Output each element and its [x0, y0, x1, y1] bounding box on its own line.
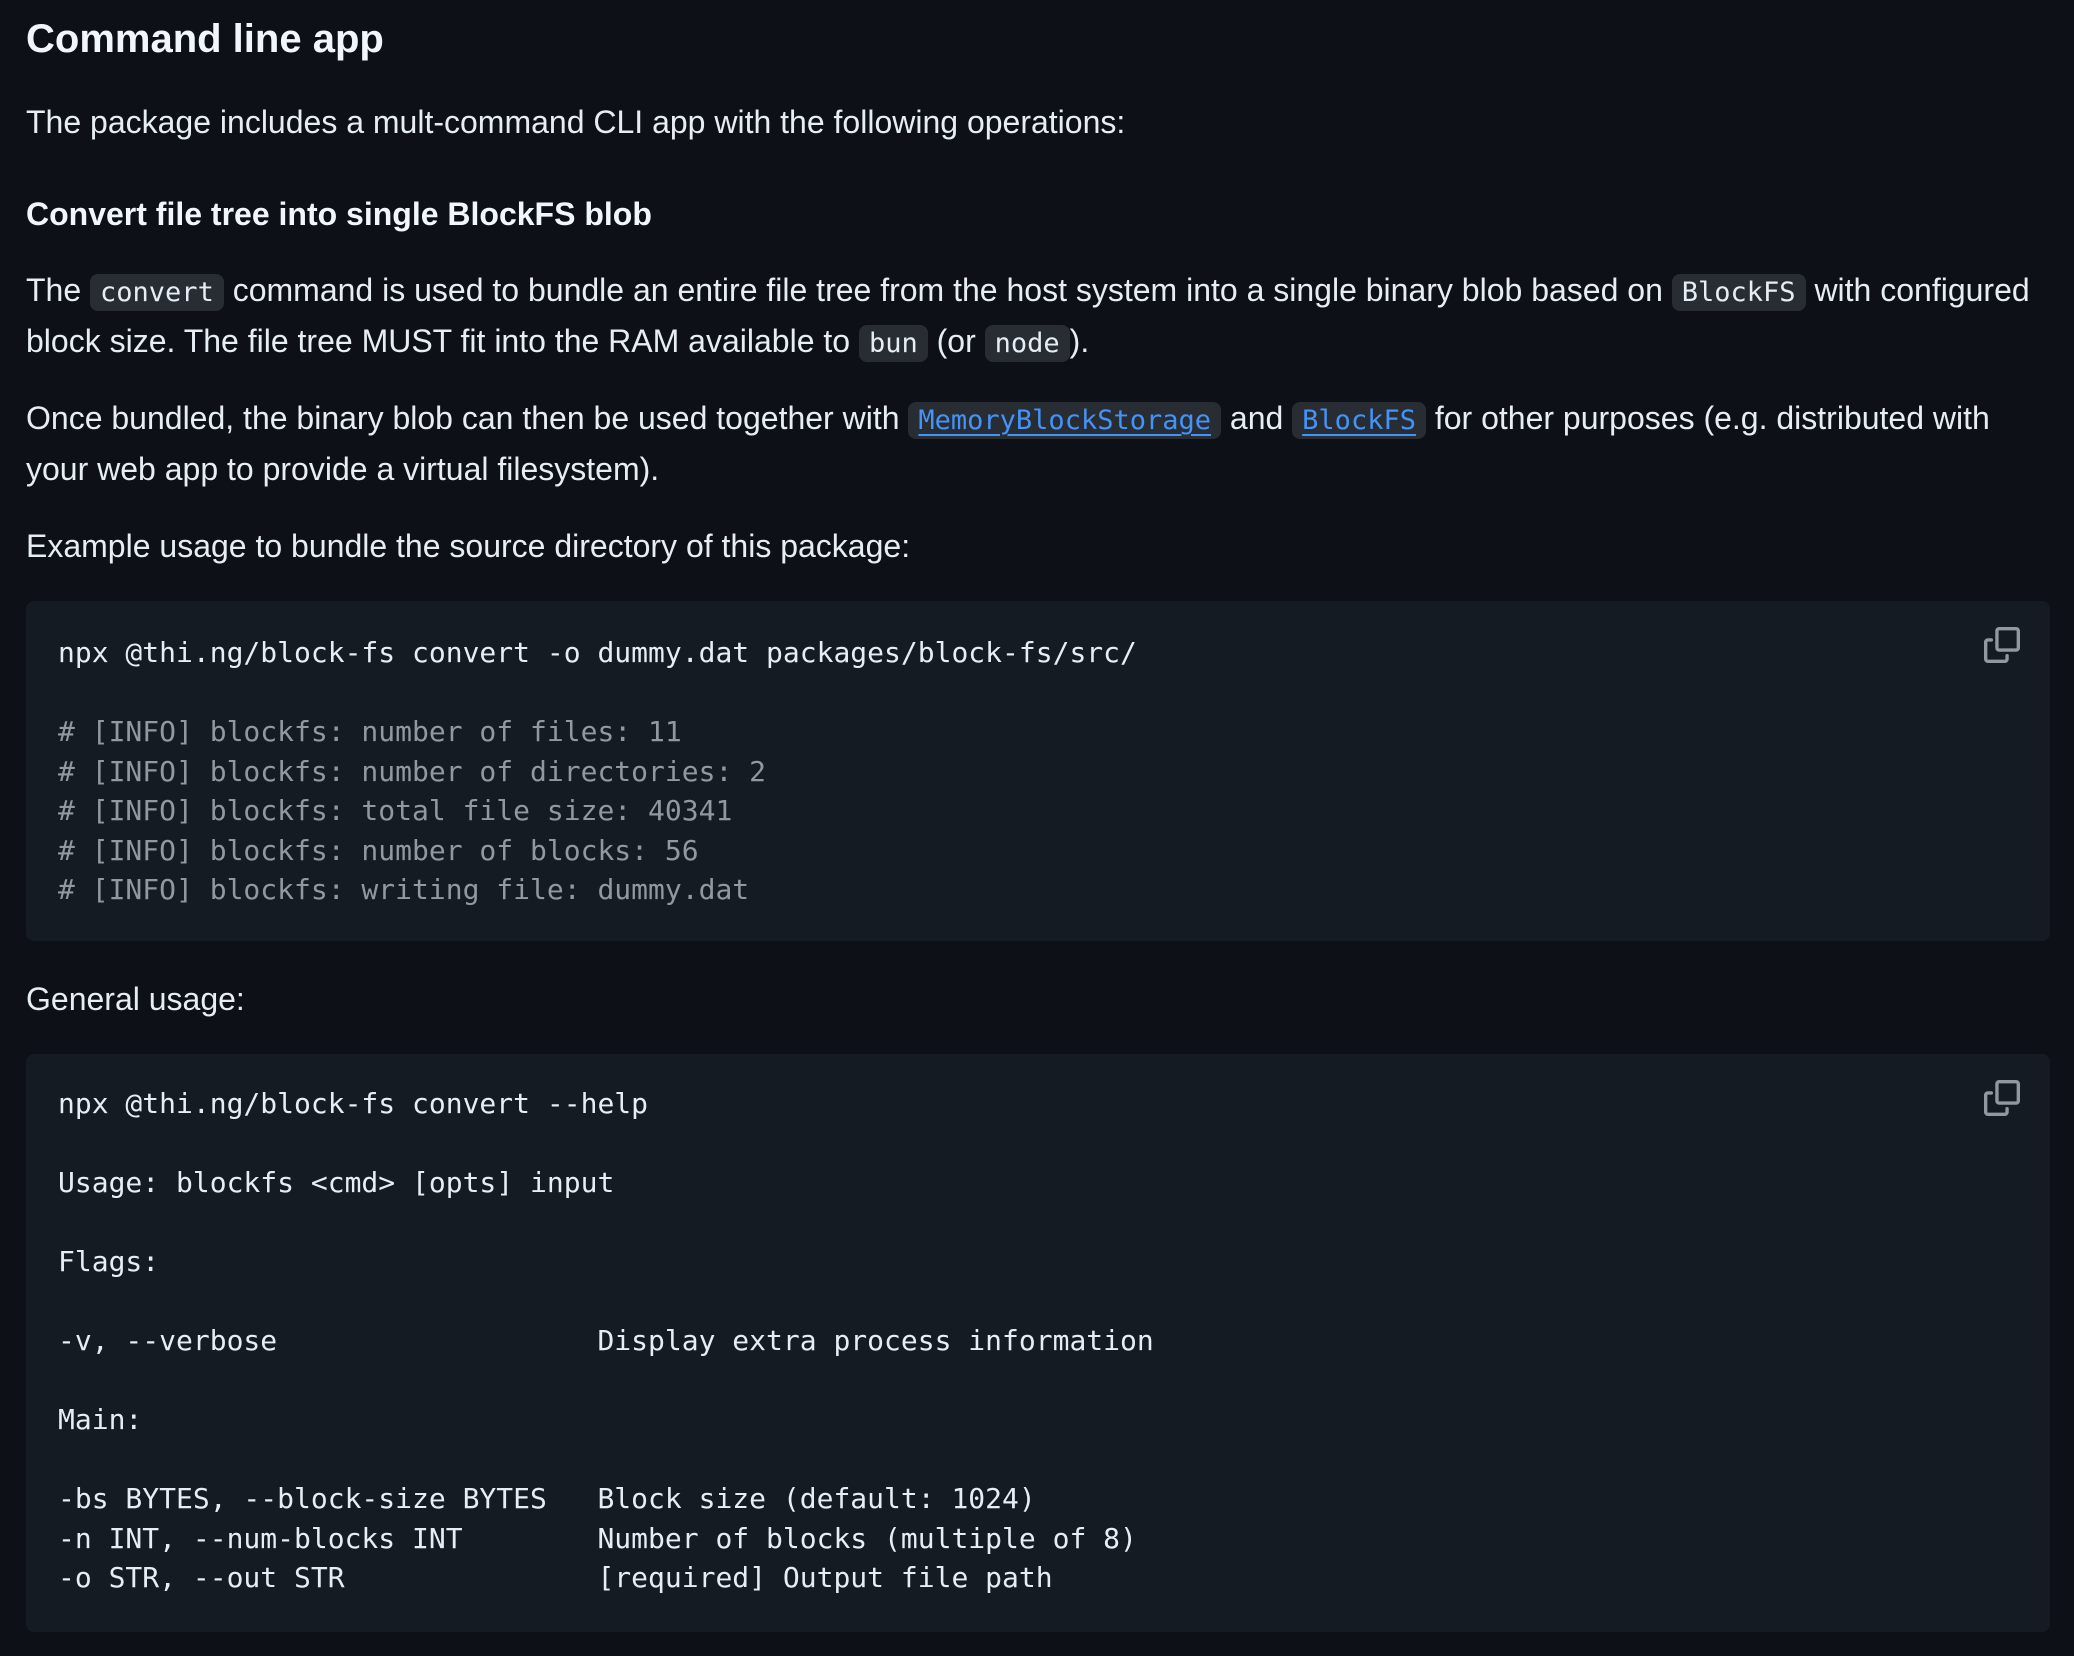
comment-line: # [INFO] blockfs: writing file: dummy.da…	[58, 873, 750, 906]
comment-line: # [INFO] blockfs: number of files: 11	[58, 715, 682, 748]
memoryblockstorage-link[interactable]: MemoryBlockStorage	[918, 405, 1211, 436]
intro-paragraph: The package includes a mult-command CLI …	[26, 104, 1126, 140]
text: ).	[1069, 323, 1090, 359]
text: command is used to bundle an entire file…	[223, 272, 1672, 308]
bundled-description: Once bundled, the binary blob can then b…	[26, 394, 2052, 493]
code-line: Main:	[58, 1403, 143, 1436]
comment-line: # [INFO] blockfs: number of blocks: 56	[58, 833, 699, 867]
code-block-help[interactable]: npx @thi.ng/block-fs convert --help Usag…	[26, 1054, 2050, 1632]
text: and	[1221, 400, 1293, 436]
copy-button[interactable]	[1984, 627, 2020, 663]
copy-button[interactable]	[1984, 1080, 2020, 1116]
code-line: Usage: blockfs <cmd> [opts] input	[58, 1166, 615, 1199]
code-line: -o STR, --out STR [required] Output file…	[58, 1561, 1053, 1594]
comment-line: # [INFO] blockfs: total file size: 40341	[58, 794, 733, 827]
code-text: npx @thi.ng/block-fs convert -o dummy.da…	[58, 601, 2018, 910]
blockfs-link[interactable]: BlockFS	[1302, 405, 1416, 436]
copy-icon	[1984, 627, 2020, 663]
text: (or	[927, 323, 985, 359]
subsection-heading: Convert file tree into single BlockFS bl…	[26, 196, 652, 232]
copy-icon	[1984, 1080, 2020, 1116]
code-text: npx @thi.ng/block-fs convert --help Usag…	[58, 1054, 2018, 1598]
code-line: -bs BYTES, --block-size BYTES Block size…	[58, 1482, 1036, 1515]
general-usage-label: General usage:	[26, 981, 245, 1017]
code-line: Flags:	[58, 1245, 160, 1278]
inline-code-blockfs: BlockFS	[1671, 274, 1806, 311]
section-heading: Command line app	[26, 17, 384, 61]
command-line: npx @thi.ng/block-fs convert -o dummy.da…	[58, 636, 1137, 669]
code-line: -n INT, --num-blocks INT Number of block…	[58, 1521, 1137, 1555]
inline-code-convert: convert	[90, 274, 224, 311]
code-line: -v, --verbose Display extra process info…	[58, 1324, 1154, 1357]
convert-description: The convert command is used to bundle an…	[26, 266, 2052, 368]
text: Once bundled, the binary blob can then b…	[26, 400, 909, 436]
code-line: npx @thi.ng/block-fs convert --help	[58, 1087, 649, 1120]
text: The	[26, 272, 91, 308]
inline-code-node: node	[984, 325, 1070, 362]
example-label: Example usage to bundle the source direc…	[26, 528, 911, 564]
code-block-example[interactable]: npx @thi.ng/block-fs convert -o dummy.da…	[26, 601, 2050, 941]
comment-line: # [INFO] blockfs: number of directories:…	[58, 754, 767, 788]
inline-code-bun: bun	[858, 325, 928, 362]
readme-section: Command line app The package includes a …	[0, 0, 2074, 1656]
